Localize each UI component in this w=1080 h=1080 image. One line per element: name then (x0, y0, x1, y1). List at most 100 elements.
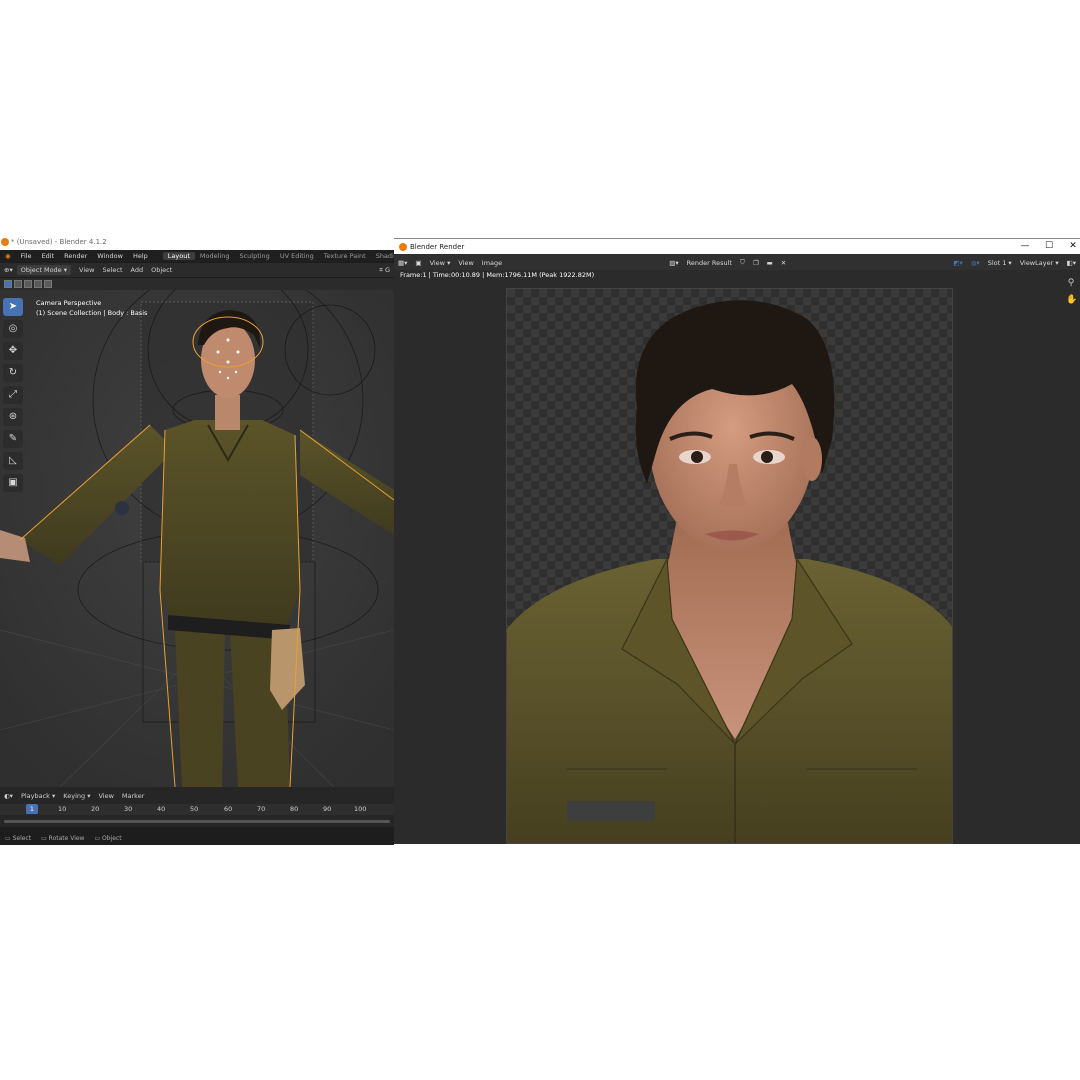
3d-viewport[interactable]: Camera Perspective (1) Scene Collection … (0, 290, 394, 787)
name-tape (567, 801, 655, 821)
current-frame-indicator[interactable]: 1 (26, 804, 38, 814)
image-browse-icon[interactable]: ▨▾ (665, 259, 682, 267)
left-leg (175, 630, 225, 787)
blender-logo-icon (1, 238, 9, 246)
header-menu-add[interactable]: Add (127, 266, 148, 274)
gizmo-toggle-icon[interactable]: ◩▾ (949, 259, 966, 267)
add-cube-icon[interactable]: ▣ (3, 474, 23, 492)
tick-label: 20 (91, 805, 100, 813)
menu-help[interactable]: Help (128, 252, 153, 260)
header-menu-object[interactable]: Object (147, 266, 176, 274)
annotate-icon[interactable]: ✎ (3, 430, 23, 448)
view-mode-icon[interactable]: ▣ (411, 259, 425, 267)
menu-edit[interactable]: Edit (37, 252, 60, 260)
tick-label: 80 (290, 805, 299, 813)
menu-file[interactable]: File (16, 252, 37, 260)
display-channels-icon[interactable]: ◧▾ (1063, 259, 1080, 267)
timeline-editor-type-icon[interactable]: ◐▾ (0, 792, 17, 800)
tab-sculpting[interactable]: Sculpting (234, 252, 274, 260)
transform-orientation-icon[interactable]: ⌗ G (375, 266, 394, 275)
tool-shelf: ➤ ◎ ✥ ↻ ⤢ ⊛ ✎ ◺ ▣ (3, 298, 25, 492)
select-invert-icon[interactable] (34, 280, 42, 288)
status-object-label: Object (102, 834, 122, 842)
maximize-icon[interactable]: ☐ (1042, 238, 1056, 254)
select-subtract-icon[interactable] (24, 280, 32, 288)
render-window-title: Blender Render (410, 243, 465, 251)
zoom-icon[interactable]: ⚲ (1066, 278, 1076, 288)
view-layer-dropdown[interactable]: ViewLayer ▾ (1016, 259, 1063, 267)
header-menu-select[interactable]: Select (98, 266, 126, 274)
editor-type-icon[interactable]: ⊕▾ (0, 266, 17, 274)
tick-label: 40 (157, 805, 166, 813)
playback-label: Playback (20, 792, 50, 800)
title-bar: * (Unsaved) - Blender 4.1.2 (0, 235, 394, 250)
blender-menu-icon[interactable]: ◉ (0, 252, 16, 260)
scale-icon[interactable]: ⤢ (3, 386, 23, 404)
menu-render[interactable]: Render (59, 252, 92, 260)
render-result-canvas[interactable] (506, 288, 953, 844)
image-editor-header: ▦▾ ▣ View ▾ View Image ▨▾ Render Result … (394, 255, 1080, 270)
camera-perspective-label: Camera Perspective (36, 299, 102, 307)
neck (215, 395, 240, 430)
render-menu-view[interactable]: View ▾ (426, 259, 455, 267)
tab-uv-editing[interactable]: UV Editing (275, 252, 319, 260)
header-menu-view[interactable]: View (75, 266, 98, 274)
unlink-icon[interactable]: ✕ (777, 259, 790, 267)
image-name-field[interactable]: Render Result (683, 259, 736, 267)
mode-dropdown[interactable]: Object Mode ▾ (16, 265, 72, 275)
overlay-toggle-icon[interactable]: ◍▾ (967, 259, 984, 267)
view-layer-label: ViewLayer (1019, 258, 1054, 267)
render-menu-image[interactable]: Image (478, 259, 506, 267)
timeline-menu-playback[interactable]: Playback ▾ (17, 792, 59, 800)
timeline-menu-view[interactable]: View (94, 792, 117, 800)
frame-ruler[interactable]: 10 20 30 40 50 60 70 80 90 100 (0, 804, 394, 815)
right-iris (761, 451, 773, 463)
tick-label: 100 (354, 805, 367, 813)
top-menu-bar: ◉ File Edit Render Window Help Layout Mo… (0, 250, 394, 262)
rotate-icon[interactable]: ↻ (3, 364, 23, 382)
select-new-icon[interactable] (4, 280, 12, 288)
window-title: * (Unsaved) - Blender 4.1.2 (11, 238, 107, 246)
status-bar: ▭ Select ▭ Rotate View ▭ Object (0, 831, 394, 845)
transform-icon[interactable]: ⊛ (3, 408, 23, 426)
tick-label: 70 (257, 805, 266, 813)
viewport-overlay-text: Camera Perspective (1) Scene Collection … (36, 298, 147, 318)
tick-label: 50 (190, 805, 199, 813)
mode-label: Object Mode (20, 266, 62, 274)
timeline-menu-keying[interactable]: Keying ▾ (59, 792, 94, 800)
sub-header (0, 278, 394, 290)
status-rotate-label: Rotate View (48, 834, 85, 842)
blender-main-window: * (Unsaved) - Blender 4.1.2 ◉ File Edit … (0, 235, 394, 845)
tab-texture-paint[interactable]: Texture Paint (319, 252, 371, 260)
shoulder-patch (115, 501, 129, 515)
slot-dropdown[interactable]: Slot 1 ▾ (984, 259, 1016, 267)
select-intersect-icon[interactable] (44, 280, 52, 288)
select-box-icon[interactable]: ➤ (3, 298, 23, 316)
select-extend-icon[interactable] (14, 280, 22, 288)
new-image-icon[interactable]: ❐ (749, 259, 763, 267)
close-icon[interactable]: ✕ (1066, 238, 1080, 254)
view-dropdown-label: View (429, 258, 445, 267)
tick-label: 30 (124, 805, 133, 813)
move-icon[interactable]: ✥ (3, 342, 23, 360)
editor-type-icon[interactable]: ▦▾ (394, 259, 411, 267)
timeline-menu-marker[interactable]: Marker (118, 792, 148, 800)
tab-layout[interactable]: Layout (162, 252, 195, 260)
cursor-icon[interactable]: ◎ (3, 320, 23, 338)
render-window: Blender Render — ☐ ✕ ▦▾ ▣ View ▾ View Im… (394, 238, 1080, 844)
timeline-scrollbar[interactable] (4, 820, 390, 823)
menu-window[interactable]: Window (92, 252, 128, 260)
blender-logo-icon (399, 243, 407, 251)
timeline-header: ◐▾ Playback ▾ Keying ▾ View Marker (0, 790, 148, 802)
render-image (507, 300, 952, 843)
fake-user-icon[interactable]: ⛉ (736, 258, 749, 267)
status-object: ▭ Object (94, 834, 122, 842)
tab-shading[interactable]: Shading (371, 252, 394, 260)
minimize-icon[interactable]: — (1018, 238, 1032, 254)
tab-modeling[interactable]: Modeling (195, 252, 235, 260)
measure-icon[interactable]: ◺ (3, 452, 23, 470)
pan-hand-icon[interactable]: ✋ (1066, 295, 1077, 305)
open-image-icon[interactable]: ▬ (763, 259, 777, 267)
render-menu-view-2[interactable]: View (454, 259, 477, 267)
viewport-scene (0, 290, 394, 787)
